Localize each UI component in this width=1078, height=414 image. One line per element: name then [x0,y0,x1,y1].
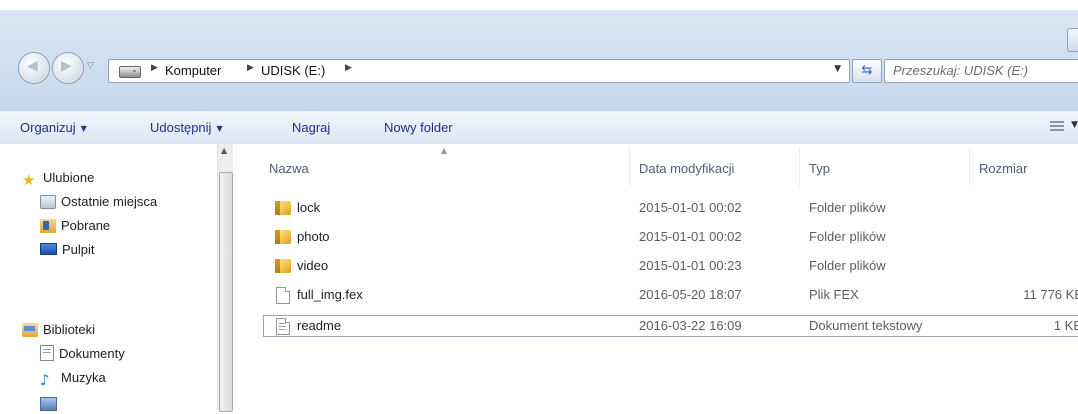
file-date: 2015-01-01 00:02 [639,200,742,215]
sidebar-item-downloads[interactable]: Pobrane [40,216,110,236]
desktop-icon [40,243,57,255]
sort-ascending-icon: ▲ [441,146,448,155]
chevron-down-icon[interactable]: ▼ [1071,120,1078,130]
sidebar-item-label: Dokumenty [59,346,125,361]
sidebar-item-recent[interactable]: Ostatnie miejsca [40,192,157,212]
file-type: Folder plików [809,258,886,273]
file-row-readme[interactable]: readme 2016-03-22 16:09 Dokument tekstow… [263,315,1078,337]
folder-icon [275,259,291,273]
forward-button[interactable]: ▶ [52,52,84,84]
burn-button[interactable]: Nagraj [292,120,330,135]
pictures-icon [40,397,57,411]
sidebar-item-label: Ulubione [43,170,95,185]
recent-places-icon [40,195,56,209]
breadcrumb-computer[interactable]: Komputer [165,63,221,78]
address-bar[interactable]: ▶ Komputer ▶ UDISK (E:) ▶ ▼ [108,59,850,83]
sidebar-item-favorites[interactable]: ★ Ulubione [22,168,94,188]
sidebar-item-desktop[interactable]: Pulpit [40,240,95,260]
back-arrow-icon: ◀ [27,58,38,74]
libraries-icon [22,323,38,337]
file-name: lock [297,200,321,215]
file-type: Folder plików [809,229,886,244]
column-header-date[interactable]: Data modyfikacji [639,144,734,184]
view-options-icon[interactable] [1050,121,1064,133]
navigation-scrollbar[interactable]: ▲ [217,144,233,412]
file-type: Folder plików [809,200,886,215]
sidebar-item-label: Muzyka [61,370,106,385]
search-input[interactable] [885,60,1073,80]
file-name: full_img.fex [297,287,363,302]
file-row-photo[interactable]: photo 2015-01-01 00:02 Folder plików [263,226,1078,248]
refresh-icon: ⇆ [861,63,873,78]
file-row-lock[interactable]: lock 2015-01-01 00:02 Folder plików [263,197,1078,219]
file-type: Plik FEX [809,287,859,302]
documents-icon [40,345,54,361]
organize-button[interactable]: Organizuj ▼ [20,120,87,135]
navigation-pane: ★ Ulubione Ostatnie miejsca Pobrane Pulpi… [0,144,232,411]
maximize-button[interactable] [1067,28,1078,52]
file-size: 11 776 KB [1023,287,1078,302]
music-note-icon: ♪ [40,371,50,389]
file-list: ▲ Nazwa Data modyfikacji Typ Rozmiar loc… [233,144,1078,410]
breadcrumb-udisk[interactable]: UDISK (E:) [261,63,325,78]
chevron-down-icon: ▼ [216,124,223,133]
share-label: Udostępnij [150,120,212,135]
file-icon [276,287,290,304]
refresh-button[interactable]: ⇆ [852,59,882,83]
sidebar-item-documents[interactable]: Dokumenty [40,344,125,364]
sidebar-item-music[interactable]: ♪ Muzyka [40,368,106,388]
star-icon: ★ [22,171,36,189]
file-date: 2016-03-22 16:09 [639,318,742,333]
search-box[interactable] [884,59,1078,83]
new-folder-button[interactable]: Nowy folder [384,120,453,135]
file-date: 2015-01-01 00:02 [639,229,742,244]
sidebar-item-pictures[interactable] [40,394,62,414]
organize-label: Organizuj [20,120,76,135]
column-header-name[interactable]: Nazwa [269,144,309,184]
sidebar-item-label: Biblioteki [43,322,96,337]
file-date: 2015-01-01 00:23 [639,258,742,273]
usb-drive-icon [119,66,141,78]
chevron-down-icon: ▼ [80,124,87,133]
file-size: 1 KB [1053,318,1078,333]
file-name: video [297,258,329,273]
folder-icon [275,230,291,244]
column-divider[interactable] [969,148,970,186]
breadcrumb-separator-icon[interactable]: ▶ [151,63,158,73]
address-dropdown-icon[interactable]: ▼ [834,64,841,74]
breadcrumb-separator-icon[interactable]: ▶ [345,63,352,73]
sidebar-item-label: Ostatnie miejsca [61,194,158,209]
breadcrumb-separator-icon[interactable]: ▶ [247,63,254,73]
folder-icon [275,201,291,215]
file-date: 2016-05-20 18:07 [639,287,742,302]
file-row-video[interactable]: video 2015-01-01 00:23 Folder plików [263,255,1078,277]
file-name: readme [297,318,342,333]
back-button[interactable]: ◀ [18,52,50,84]
forward-arrow-icon: ▶ [61,58,72,74]
file-type: Dokument tekstowy [809,318,923,333]
sidebar-item-libraries[interactable]: Biblioteki [22,320,95,340]
file-name: photo [297,229,330,244]
downloads-icon [40,219,56,233]
column-divider[interactable] [799,148,800,186]
sidebar-item-label: Pulpit [62,242,95,257]
column-header-size[interactable]: Rozmiar [979,144,1027,184]
scrollbar-thumb[interactable] [219,172,233,412]
sidebar-item-label: Pobrane [61,218,111,233]
column-divider[interactable] [629,148,630,186]
text-file-icon [276,318,290,335]
scroll-up-arrow-icon[interactable]: ▲ [221,146,227,155]
column-header-type[interactable]: Typ [809,144,830,184]
file-row-full-img[interactable]: full_img.fex 2016-05-20 18:07 Plik FEX 1… [263,284,1078,306]
share-button[interactable]: Udostępnij ▼ [150,120,223,135]
recent-pages-dropdown[interactable]: ▽ [87,61,94,71]
command-toolbar: Organizuj ▼ Udostępnij ▼ Nagraj Nowy folde… [0,110,1078,145]
